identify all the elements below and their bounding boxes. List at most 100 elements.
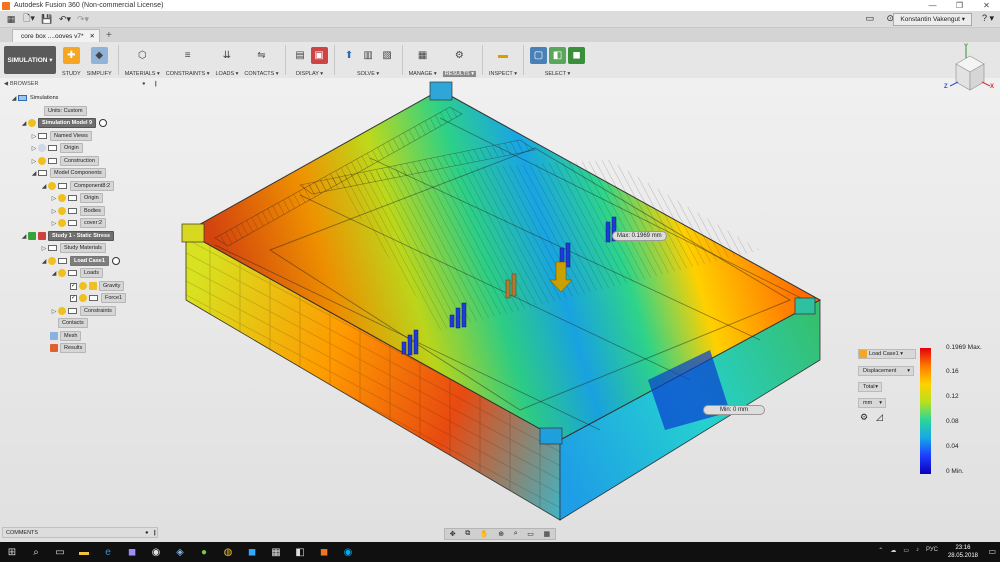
solve-group[interactable]: ⬆ ▥ ▧ SOLVE ▾ [341, 42, 396, 78]
load-case-dropdown[interactable]: Load Case1 ▾ [858, 349, 916, 359]
grid-settings-icon[interactable]: ▦ [543, 530, 550, 538]
taskbar-clock[interactable]: 23:16 28.05.2018 [948, 544, 978, 560]
maximize-icon[interactable]: ❐ [946, 0, 973, 11]
edge-icon[interactable]: e [96, 542, 120, 562]
visibility-bulb-icon[interactable] [79, 294, 87, 302]
expanded-triangle-icon[interactable]: ◢ [20, 120, 28, 127]
skype-icon[interactable]: ◉ [336, 542, 360, 562]
help-menu[interactable]: ? ▾ [982, 13, 994, 24]
tree-item-constraints[interactable]: ▷ Constraints [50, 306, 116, 316]
job-status-icon[interactable]: ▭ [865, 13, 874, 24]
tray-up-icon[interactable]: ⌃ [878, 547, 883, 554]
visibility-bulb-icon[interactable] [48, 182, 56, 190]
simplify-icon[interactable]: ◆ [90, 46, 108, 64]
fit-icon[interactable]: ⌕ [514, 530, 518, 538]
activate-target-icon[interactable] [111, 257, 120, 265]
min-probe-label[interactable]: Min: 0 mm [703, 405, 765, 415]
manage-group[interactable]: ▦ MANAGE ▾ [409, 42, 437, 78]
comments-panel[interactable]: COMMENTS ● ❙ [2, 527, 158, 538]
cloud-icon[interactable]: ☁ [890, 547, 896, 554]
units-dropdown[interactable]: mm ▾ [858, 398, 886, 408]
visibility-bulb-icon[interactable] [58, 207, 66, 215]
study-group[interactable]: ✚ STUDY [62, 42, 81, 77]
look-at-icon[interactable]: ⧉ [465, 530, 470, 538]
comments-options-icon[interactable]: ● [145, 530, 148, 536]
tree-item-study[interactable]: ◢ Study 1 - Static Stress [20, 231, 115, 241]
viewcube[interactable]: Y Z X [940, 44, 998, 98]
visibility-bulb-icon[interactable] [38, 144, 46, 152]
tree-item-load-case[interactable]: ◢ Load Case1 [40, 256, 120, 266]
close-icon[interactable]: ✕ [973, 0, 1000, 11]
materials-group[interactable]: ⬡ MATERIALS ▾ [125, 42, 160, 78]
inspect-group[interactable]: ▬ INSPECT ▾ [489, 42, 517, 78]
photoshop-icon[interactable]: ◼ [240, 542, 264, 562]
browser-header[interactable]: ◀ BROWSER ● ❙ [2, 80, 158, 88]
result-type-dropdown[interactable]: Displacement ▾ [858, 366, 914, 376]
tree-item-component-origin[interactable]: ▷ Origin [50, 193, 103, 203]
display-color-icon[interactable]: ▣ [310, 46, 328, 64]
collapsed-triangle-icon[interactable]: ▷ [50, 195, 58, 202]
file-explorer-icon[interactable]: ▬ [72, 542, 96, 562]
expanded-triangle-icon[interactable]: ◢ [20, 233, 28, 240]
solve-icon[interactable]: ⬆ [341, 47, 358, 64]
legend-adjust-icon[interactable]: ◿ [876, 412, 883, 423]
gravity-checkbox[interactable]: ✓ [70, 282, 77, 290]
close-tab-icon[interactable]: ✕ [90, 32, 95, 40]
collapse-browser-icon[interactable]: ◀ [2, 81, 10, 87]
start-icon[interactable]: ⊞ [0, 542, 24, 562]
precheck-icon[interactable]: ▥ [360, 47, 377, 64]
tree-item-force[interactable]: ✓ Force1 [70, 293, 127, 303]
tree-item-study-materials[interactable]: ▷ Study Materials [40, 243, 106, 253]
collapsed-triangle-icon[interactable]: ▷ [30, 133, 38, 140]
collapsed-triangle-icon[interactable]: ▷ [50, 308, 58, 315]
results-group[interactable]: ⚙ RESULTS ▾ [442, 42, 476, 77]
loads-group[interactable]: ⇊ LOADS ▾ [215, 42, 238, 78]
collapsed-triangle-icon[interactable]: ▷ [40, 245, 48, 252]
component-dropdown[interactable]: Total ▾ [858, 382, 882, 392]
calculator-icon[interactable]: ▦ [264, 542, 288, 562]
select-box-icon[interactable]: ▢ [529, 46, 547, 64]
select-group[interactable]: ▢ ◧ ◼ SELECT ▾ [529, 42, 585, 77]
tree-item-contacts[interactable]: Contacts [58, 318, 88, 328]
visibility-bulb-icon[interactable] [58, 219, 66, 227]
visibility-bulb-icon[interactable] [48, 257, 56, 265]
contacts-group[interactable]: ⇋ CONTACTS ▾ [244, 42, 278, 78]
select-body-icon[interactable]: ◼ [567, 46, 585, 64]
tree-item-results[interactable]: Results [50, 343, 87, 353]
expanded-triangle-icon[interactable]: ◢ [40, 183, 48, 190]
visibility-bulb-icon[interactable] [28, 119, 36, 127]
zoom-icon[interactable]: ⊕ [498, 530, 504, 538]
constraints-icon[interactable]: ≡ [179, 47, 196, 64]
max-probe-label[interactable]: Max: 0.1969 mm [612, 231, 667, 241]
visibility-bulb-icon[interactable] [79, 282, 87, 290]
language-indicator[interactable]: РУС [926, 547, 938, 554]
chrome-icon[interactable]: ◉ [144, 542, 168, 562]
tree-item-component[interactable]: ◢ Component8:2 [40, 181, 115, 191]
expanded-triangle-icon[interactable]: ◢ [10, 95, 18, 102]
visibility-bulb-icon[interactable] [38, 157, 46, 165]
tree-item-construction[interactable]: ▷ Construction [30, 156, 99, 166]
contacts-icon[interactable]: ⇋ [253, 47, 270, 64]
app-icon[interactable]: ● [192, 542, 216, 562]
tree-item-simulation-model[interactable]: ◢ Simulation Model 9 [20, 118, 108, 128]
activate-target-icon[interactable] [99, 119, 108, 127]
data-panel-grid-icon[interactable]: ▦ [4, 13, 18, 26]
collapsed-triangle-icon[interactable]: ▷ [30, 158, 38, 165]
tree-item-gravity[interactable]: ✓ Gravity [70, 281, 125, 291]
visibility-bulb-icon[interactable] [58, 194, 66, 202]
measure-icon[interactable]: ▬ [494, 47, 511, 64]
new-study-icon[interactable]: ✚ [62, 46, 80, 64]
fusion-taskbar-icon[interactable]: ◼ [312, 542, 336, 562]
network-icon[interactable]: ▭ [903, 547, 909, 554]
expanded-triangle-icon[interactable]: ◢ [30, 170, 38, 177]
materials-icon[interactable]: ⬡ [134, 47, 151, 64]
document-tab[interactable]: core box ....ooves v7* ✕ [12, 29, 100, 42]
force-checkbox[interactable]: ✓ [70, 294, 77, 302]
after-effects-icon[interactable]: ◼ [120, 542, 144, 562]
visibility-bulb-icon[interactable] [58, 307, 66, 315]
results-icon[interactable]: ⚙ [451, 47, 468, 64]
pan-icon[interactable]: ✋ [480, 530, 489, 538]
user-account-menu[interactable]: Konstantin Vakengut ▾ [893, 13, 972, 26]
comments-toggle-icon[interactable]: ❙ [152, 530, 157, 536]
mesh-icon[interactable]: ▧ [379, 47, 396, 64]
